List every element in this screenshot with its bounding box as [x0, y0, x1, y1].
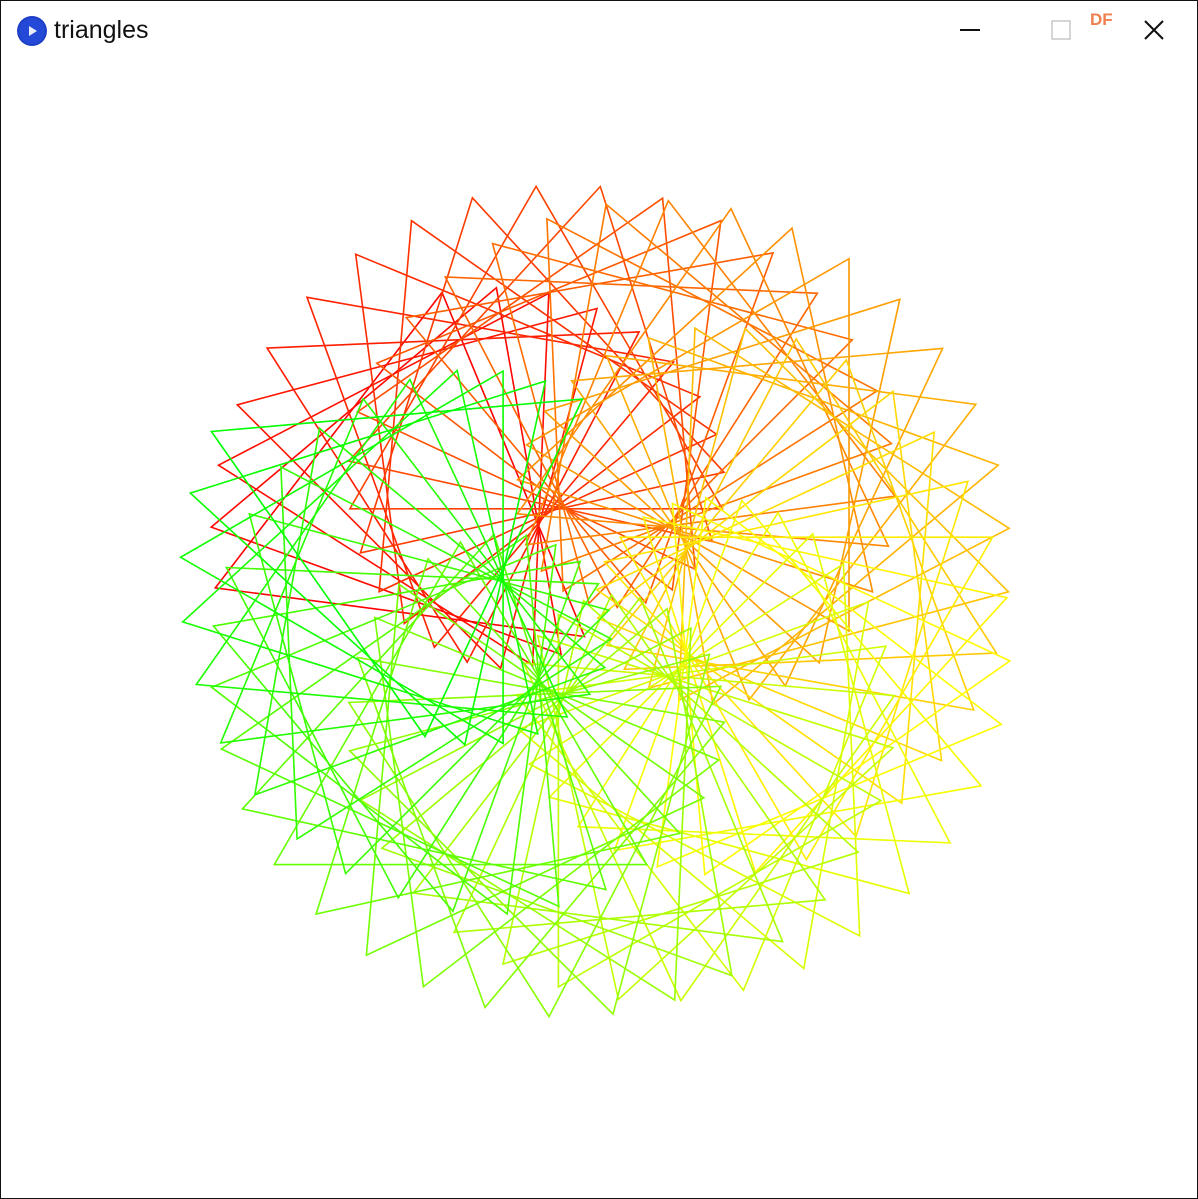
triangle-outline	[188, 379, 547, 747]
triangle-outline	[515, 207, 890, 548]
sketch-canvas[interactable]	[1, 59, 1197, 1198]
title-bar[interactable]: triangles DF	[1, 1, 1197, 59]
app-window: triangles DF	[0, 0, 1198, 1199]
triangle-outline	[347, 184, 714, 543]
triangle-outline	[570, 347, 944, 688]
close-icon	[1144, 20, 1164, 40]
maximize-button[interactable]	[1031, 1, 1093, 59]
triangle-outline	[280, 465, 613, 841]
triangle-outline	[452, 593, 827, 934]
window-title: triangles	[54, 16, 149, 44]
minimize-button[interactable]	[939, 1, 1001, 59]
close-button[interactable]	[1123, 1, 1185, 59]
triangles-drawing	[179, 184, 1012, 1019]
maximize-icon	[1051, 20, 1071, 40]
processing-play-icon	[17, 16, 47, 46]
triangle-outline	[524, 199, 897, 546]
df-badge: DF	[1090, 10, 1113, 29]
minimize-icon	[960, 29, 980, 31]
